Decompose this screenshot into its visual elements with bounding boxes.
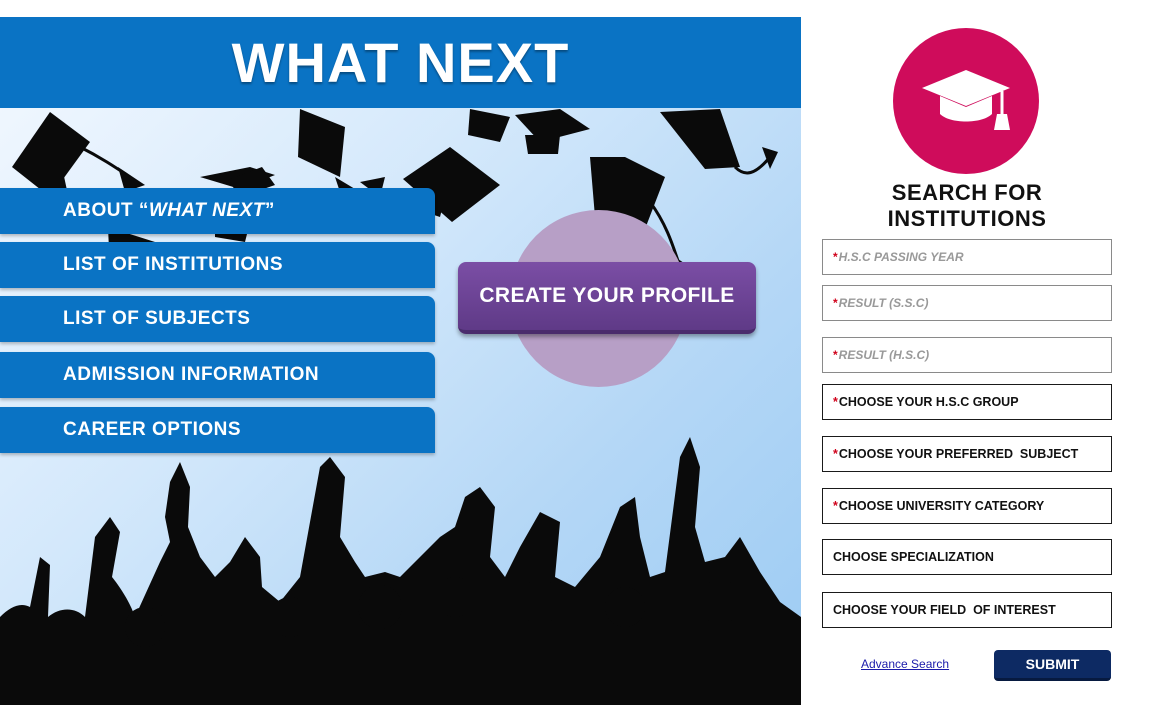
specialization-select[interactable]: CHOOSE SPECIALIZATION — [822, 539, 1112, 575]
ssc-result-input[interactable]: * RESULT (S.S.C) — [822, 285, 1112, 321]
hsc-passing-year-placeholder: H.S.C PASSING YEAR — [838, 250, 964, 264]
nav-institutions-button[interactable]: LIST OF INSTITUTIONS — [0, 242, 435, 288]
advance-search-link[interactable]: Advance Search — [861, 657, 949, 671]
required-marker: * — [833, 296, 838, 310]
submit-label: SUBMIT — [1025, 656, 1080, 672]
required-marker: * — [833, 250, 838, 264]
hsc-passing-year-input[interactable]: * H.S.C PASSING YEAR — [822, 239, 1112, 275]
required-marker: * — [833, 499, 838, 513]
app-title: WHAT NEXT — [231, 31, 570, 94]
required-marker: * — [833, 447, 838, 461]
hsc-result-placeholder: RESULT (H.S.C) — [838, 348, 930, 362]
hero-panel: WHAT NEXT ABOUT “WHAT NEXT” LIST OF INST… — [0, 17, 801, 705]
nav-about-suffix: ” — [264, 200, 275, 221]
submit-button[interactable]: SUBMIT — [994, 650, 1111, 681]
nav-about-button[interactable]: ABOUT “WHAT NEXT” — [0, 188, 435, 234]
nav-admission-label: ADMISSION INFORMATION — [63, 364, 320, 385]
specialization-label: CHOOSE SPECIALIZATION — [833, 550, 994, 564]
preferred-subject-label: CHOOSE YOUR PREFERRED SUBJECT — [838, 447, 1079, 461]
nav-subjects-button[interactable]: LIST OF SUBJECTS — [0, 296, 435, 342]
nav-career-button[interactable]: CAREER OPTIONS — [0, 407, 435, 453]
nav-admission-button[interactable]: ADMISSION INFORMATION — [0, 352, 435, 398]
create-profile-label: CREATE YOUR PROFILE — [479, 284, 735, 307]
preferred-subject-select[interactable]: * CHOOSE YOUR PREFERRED SUBJECT — [822, 436, 1112, 472]
nav-subjects-label: LIST OF SUBJECTS — [63, 308, 251, 329]
hsc-group-select[interactable]: * CHOOSE YOUR H.S.C GROUP — [822, 384, 1112, 420]
graduation-cap-icon — [922, 70, 1010, 130]
nav-about-emphasis: WHAT NEXT — [148, 200, 265, 221]
nav-institutions-label: LIST OF INSTITUTIONS — [63, 254, 284, 275]
required-marker: * — [833, 348, 838, 362]
hsc-result-input[interactable]: * RESULT (H.S.C) — [822, 337, 1112, 373]
university-category-label: CHOOSE UNIVERSITY CATEGORY — [838, 499, 1045, 513]
graduation-cap-badge — [893, 28, 1039, 174]
search-heading: SEARCH FOR INSTITUTIONS — [887, 180, 1047, 231]
nav-about-prefix: ABOUT “ — [63, 200, 149, 221]
field-of-interest-select[interactable]: CHOOSE YOUR FIELD OF INTEREST — [822, 592, 1112, 628]
nav-career-label: CAREER OPTIONS — [63, 419, 242, 440]
field-of-interest-label: CHOOSE YOUR FIELD OF INTEREST — [833, 603, 1056, 617]
ssc-result-placeholder: RESULT (S.S.C) — [838, 296, 929, 310]
hsc-group-label: CHOOSE YOUR H.S.C GROUP — [838, 395, 1019, 409]
university-category-select[interactable]: * CHOOSE UNIVERSITY CATEGORY — [822, 488, 1112, 524]
create-profile-button[interactable]: CREATE YOUR PROFILE — [458, 262, 756, 334]
required-marker: * — [833, 395, 838, 409]
title-banner: WHAT NEXT — [0, 17, 801, 108]
